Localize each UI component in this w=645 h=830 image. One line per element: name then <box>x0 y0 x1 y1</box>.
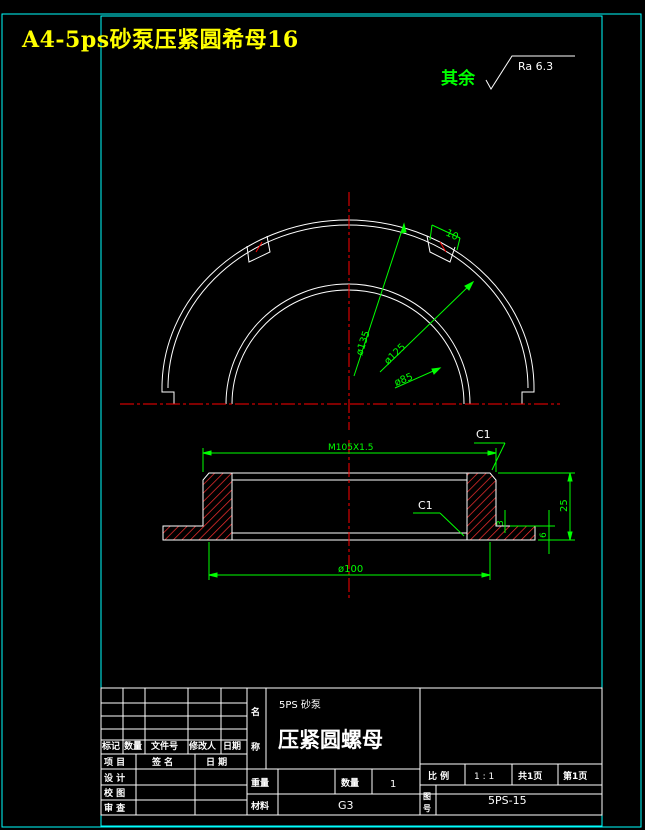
dim-d100: ø100 <box>338 564 363 575</box>
rev-header-mark: 标记 <box>101 740 120 752</box>
left-leg <box>161 388 175 404</box>
top-view-centerlines <box>120 192 560 430</box>
outer-arc <box>161 219 535 389</box>
sign-role-check: 校 图 <box>104 787 125 799</box>
left-hatch-section <box>162 472 233 541</box>
right-hatch-section <box>466 472 536 541</box>
sign-role-design: 设 计 <box>104 772 125 784</box>
sign-col-signature: 签 名 <box>151 756 173 768</box>
unit-name: 5PS 砂泵 <box>279 698 321 711</box>
dim-d135: ø135 <box>354 330 372 357</box>
material-label: 材料 <box>250 800 269 812</box>
sheet-title: A4-5ps砂泵压紧圆希母16 <box>22 27 299 53</box>
drawing-no-label-1: 图 <box>423 792 431 801</box>
section-view <box>162 472 536 541</box>
scale-label: 比 例 <box>428 770 449 782</box>
bore-arc-inner-line <box>231 289 465 405</box>
rev-header-file: 文件号 <box>150 740 178 752</box>
dim-thread: M105X1.5 <box>328 443 373 453</box>
dim-chamfer-inner: C1 <box>418 499 433 512</box>
qty-value: 1 <box>390 779 396 790</box>
rev-header-date: 日期 <box>223 740 241 752</box>
drawing-canvas: Ra 6.3 10 ø135 ø125 ø85 M105X1.5 ø100 C1… <box>0 0 645 830</box>
qty-label: 数量 <box>341 777 359 789</box>
drawing-number: 5PS-15 <box>488 794 527 807</box>
bore-arc <box>225 283 471 405</box>
sign-role-project: 项 目 <box>104 757 125 768</box>
dim-h3: 3 <box>496 520 506 526</box>
total-pages: 共1页 <box>518 770 542 782</box>
scale-value: 1 : 1 <box>474 772 494 782</box>
top-view <box>161 219 535 405</box>
dim-h6: 6 <box>539 532 549 538</box>
sign-role-review: 审 查 <box>104 802 126 814</box>
right-leg <box>521 388 535 404</box>
rev-header-qty: 数量 <box>124 740 142 752</box>
dim-d125: ø125 <box>382 342 408 367</box>
material-value: G3 <box>338 799 354 812</box>
roughness-value: Ra 6.3 <box>518 60 553 73</box>
sign-col-date: 日 期 <box>206 756 227 768</box>
page-number: 第1页 <box>563 770 587 782</box>
top-view-dimensions <box>353 222 475 389</box>
left-slot <box>246 235 271 263</box>
dim-h25: 25 <box>559 499 570 512</box>
rev-header-modifier: 修改人 <box>188 740 217 752</box>
name-label-1: 名 <box>251 706 260 718</box>
sheet-inner-border <box>100 15 603 827</box>
part-name: 压紧圆螺母 <box>278 728 383 752</box>
dim-d85: ø85 <box>393 372 415 389</box>
outer-arc-inner-line <box>167 224 529 389</box>
weight-label: 重量 <box>251 777 269 789</box>
roughness-prefix: 其余 <box>441 69 475 89</box>
name-label-2: 称 <box>251 741 260 753</box>
drawing-no-label-2: 号 <box>423 804 431 813</box>
section-dimensions <box>202 442 575 580</box>
sheet-outer-border <box>1 13 642 828</box>
dim-chamfer-top: C1 <box>476 428 491 441</box>
drawing-svg: Ra 6.3 10 ø135 ø125 ø85 M105X1.5 ø100 C1… <box>1 13 642 828</box>
dim-slot-width: 10 <box>444 228 460 243</box>
